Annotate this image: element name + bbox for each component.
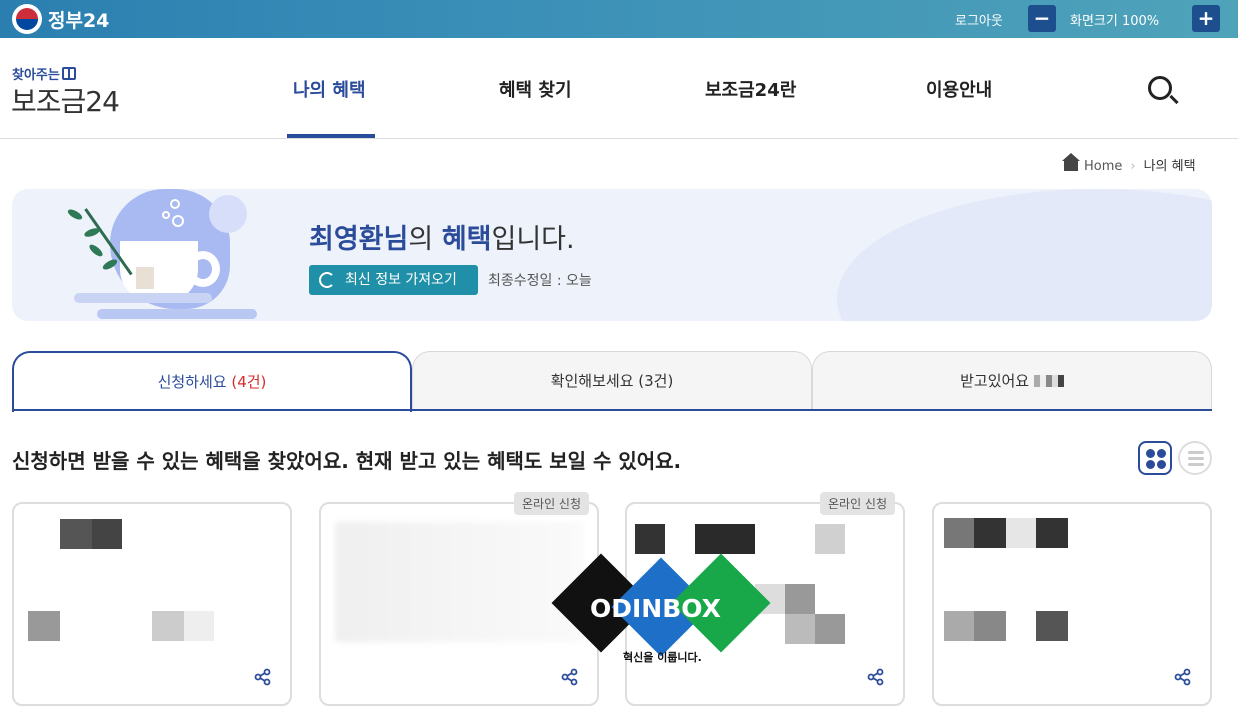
nav-item-my-benefits[interactable]: 나의 혜택 (293, 76, 366, 102)
redacted-block (1036, 611, 1068, 641)
brand-logo[interactable]: 보조금24 (11, 80, 120, 120)
greeting-mid: 의 (408, 224, 442, 255)
redacted-block (785, 584, 815, 614)
bubble-decor (209, 195, 247, 233)
saucer-decor (97, 309, 257, 319)
refresh-info-button[interactable]: 최신 정보 가져오기 (309, 265, 478, 295)
redacted-block (635, 524, 665, 554)
nav-item-about[interactable]: 보조금24란 (705, 76, 796, 102)
list-line (1188, 457, 1204, 460)
list-line (1188, 463, 1204, 466)
redacted-block (815, 524, 845, 554)
grid-dot (1146, 449, 1155, 458)
redacted-block (944, 611, 974, 641)
bubble-decor (172, 215, 184, 227)
redacted-block (974, 611, 1006, 641)
watermark-tagline: 혁신을 이룹니다. (623, 651, 702, 664)
redacted-block (974, 518, 1006, 548)
grid-view-toggle[interactable] (1138, 441, 1172, 475)
search-icon[interactable] (1148, 76, 1172, 100)
redacted-content (335, 522, 583, 642)
online-apply-badge: 온라인 신청 (513, 492, 589, 515)
leaf-decor (87, 242, 105, 259)
redacted-block (815, 614, 845, 644)
site-header: 찾아주는 보조금24 나의 혜택 혜택 찾기 보조금24란 이용안내 (0, 38, 1238, 139)
redacted-count (1033, 375, 1064, 387)
redacted-block (785, 614, 815, 644)
share-icon[interactable] (1174, 668, 1192, 686)
tab-check[interactable]: 확인해보세요 (3건) (412, 351, 812, 411)
zoom-out-button[interactable]: − (1028, 5, 1056, 32)
benefit-tabs: 신청하세요 (4건) 확인해보세요 (3건) 받고있어요 (12, 351, 1212, 412)
greeting-suffix: 입니다. (491, 224, 575, 255)
tab-receiving-label: 받고있어요 (960, 372, 1034, 390)
gov-topbar: 정부24 로그아웃 − 화면크기 100% + (0, 0, 1238, 38)
bubble-decor (170, 199, 180, 209)
last-modified-text: 최종수정일 : 오늘 (488, 273, 592, 289)
nav-active-indicator (287, 134, 375, 138)
nav-item-find-benefits[interactable]: 혜택 찾기 (499, 76, 572, 102)
redacted-block (944, 518, 974, 548)
redacted-block (184, 611, 214, 641)
redacted-block (1036, 518, 1068, 548)
tab-check-label: 확인해보세요 (3건) (550, 372, 674, 390)
tabs-divider (12, 409, 1212, 411)
logout-link[interactable]: 로그아웃 (955, 10, 1003, 29)
refresh-icon (319, 272, 335, 288)
share-icon[interactable] (561, 668, 579, 686)
share-icon[interactable] (254, 668, 272, 686)
online-apply-badge: 온라인 신청 (819, 492, 895, 515)
redacted-block (152, 611, 184, 641)
breadcrumb-home[interactable]: Home (1084, 159, 1122, 174)
tab-receiving[interactable]: 받고있어요 (812, 351, 1212, 411)
nav-item-guide[interactable]: 이용안내 (926, 76, 992, 102)
banner-decor (837, 189, 1212, 321)
breadcrumb-current: 나의 혜택 (1143, 159, 1196, 174)
grid-dot (1146, 460, 1155, 469)
redacted-block (60, 519, 92, 549)
grid-dot (1157, 449, 1166, 458)
benefit-card[interactable] (932, 502, 1212, 706)
redacted-block (1006, 518, 1036, 548)
redacted-block (92, 519, 122, 549)
grid-dot (1157, 460, 1166, 469)
benefit-card[interactable] (12, 502, 292, 706)
gov-site-name[interactable]: 정부24 (48, 6, 109, 33)
watermark-name: ODINBOX (590, 594, 721, 623)
gov-emblem-icon[interactable] (12, 4, 42, 34)
redacted-block (695, 524, 755, 554)
teacup-handle (186, 251, 220, 287)
odinbox-watermark: ODINBOX 혁신을 이룹니다. (551, 553, 771, 666)
chevron-right-icon: › (1130, 159, 1136, 174)
share-icon[interactable] (867, 668, 885, 686)
saucer-decor (74, 293, 212, 303)
tab-apply-label: 신청하세요 (157, 373, 232, 391)
bubble-decor (162, 211, 170, 219)
teabag-icon (136, 267, 154, 289)
leaf-decor (66, 207, 84, 222)
tab-apply-count: (4건) (231, 373, 267, 391)
breadcrumb: Home › 나의 혜택 (1062, 153, 1196, 174)
user-name: 최영환님 (309, 224, 409, 255)
greeting-banner: 최영환님의 혜택입니다. 최신 정보 가져오기 최종수정일 : 오늘 (12, 189, 1212, 321)
section-title: 신청하면 받을 수 있는 혜택을 찾았어요. 현재 받고 있는 혜택도 보일 수… (12, 449, 682, 473)
gift-icon (61, 67, 76, 80)
tab-apply[interactable]: 신청하세요 (4건) (12, 351, 412, 412)
home-icon[interactable] (1062, 153, 1080, 171)
list-line (1188, 451, 1204, 454)
leaf-decor (83, 226, 101, 239)
refresh-info-label: 최신 정보 가져오기 (345, 272, 457, 288)
list-view-toggle[interactable] (1178, 441, 1212, 475)
greeting-benefit: 혜택 (441, 224, 492, 255)
zoom-level-label: 화면크기 100% (1070, 14, 1160, 29)
zoom-in-button[interactable]: + (1192, 5, 1220, 32)
redacted-block (28, 611, 60, 641)
greeting-text: 최영환님의 혜택입니다. (309, 217, 575, 256)
